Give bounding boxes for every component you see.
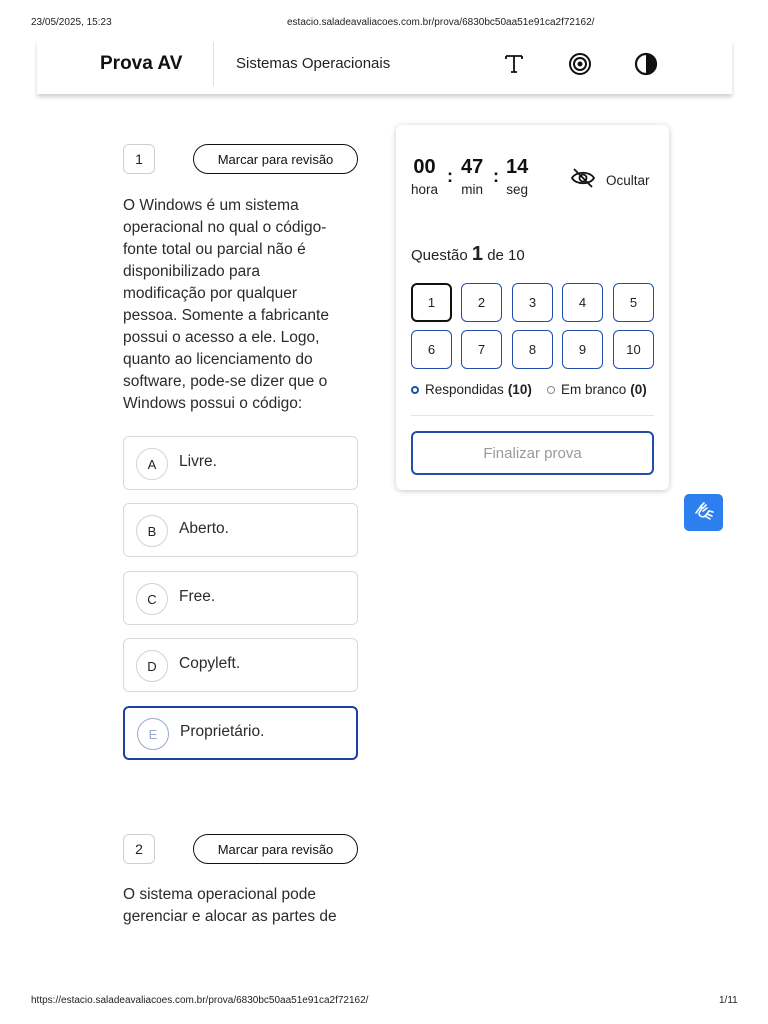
font-size-icon[interactable] (500, 50, 528, 78)
target-icon[interactable] (566, 50, 594, 78)
question-line: disponibilizado para (123, 263, 261, 280)
timer-hours-value: 00 (413, 156, 436, 178)
timer-separator: : (493, 166, 499, 186)
print-footer: https://estacio.saladeavaliacoes.com.br/… (0, 995, 768, 1009)
option-text: Livre. (179, 453, 217, 470)
timer-seconds: 14 seg (506, 156, 528, 197)
option-c[interactable]: C Free. (123, 571, 358, 625)
question-line: fonte total ou parcial não é (123, 241, 306, 258)
print-footer-url: https://estacio.saladeavaliacoes.com.br/… (31, 995, 369, 1006)
nav-question-2[interactable]: 2 (461, 283, 502, 322)
question-text: O Windows é um sistema operacional no qu… (123, 195, 359, 415)
option-letter: E (137, 718, 169, 750)
nav-question-9[interactable]: 9 (562, 330, 603, 369)
question-line: O sistema operacional pode (123, 886, 317, 903)
option-b[interactable]: B Aberto. (123, 503, 358, 557)
header-divider (213, 42, 214, 86)
timer-separator: : (447, 166, 453, 186)
blank-dot-icon (547, 385, 555, 394)
legend-answered-count: (10) (507, 382, 532, 397)
option-letter: B (136, 515, 168, 547)
answered-dot-icon (411, 385, 419, 394)
nav-question-8[interactable]: 8 (512, 330, 553, 369)
eye-off-icon (570, 167, 596, 194)
question-text: O sistema operacional pode gerenciar e a… (123, 884, 359, 928)
timer-hours-label: hora (411, 182, 439, 197)
print-header: 23/05/2025, 15:23 estacio.saladeavaliaco… (0, 17, 768, 31)
timer-seconds-label: seg (506, 182, 529, 197)
mark-review-button[interactable]: Marcar para revisão (193, 834, 358, 864)
print-page-number: 1/11 (719, 995, 738, 1006)
question-line: software, pode-se dizer que o (123, 373, 328, 390)
timer-minutes-value: 47 (461, 156, 484, 178)
option-a[interactable]: A Livre. (123, 436, 358, 490)
question-line: possui o acesso a ele. Logo, (123, 329, 320, 346)
app-header: Prova AV Sistemas Operacionais (37, 40, 732, 94)
option-text: Aberto. (179, 520, 229, 537)
option-letter: C (136, 583, 168, 615)
timer-seconds-value: 14 (506, 156, 529, 178)
print-url: estacio.saladeavaliacoes.com.br/prova/68… (287, 17, 595, 28)
nav-question-4[interactable]: 4 (562, 283, 603, 322)
legend-blank-count: (0) (630, 382, 647, 397)
exam-panel: 00 hora : 47 min : 14 seg Ocultar Questã… (396, 125, 669, 490)
contrast-icon[interactable] (632, 50, 660, 78)
question-line: Windows possui o código: (123, 395, 303, 412)
timer-hours: 00 hora (411, 156, 438, 197)
hide-timer-label: Ocultar (606, 172, 650, 188)
question-counter-suffix: de 10 (487, 247, 525, 264)
option-text: Proprietário. (180, 723, 265, 740)
timer-minutes-label: min (461, 182, 483, 197)
option-letter: D (136, 650, 168, 682)
question-number: 1 (123, 144, 155, 174)
question-counter: Questão 1 de 10 (411, 243, 525, 266)
mark-review-button[interactable]: Marcar para revisão (193, 144, 358, 174)
hide-timer-button[interactable]: Ocultar (570, 165, 660, 195)
question-line: modificação por qualquer (123, 285, 298, 302)
question-line: operacional no qual o código- (123, 219, 327, 236)
nav-question-1[interactable]: 1 (411, 283, 452, 322)
sign-language-button[interactable] (684, 494, 723, 531)
option-d[interactable]: D Copyleft. (123, 638, 358, 692)
nav-question-3[interactable]: 3 (512, 283, 553, 322)
question-line: O Windows é um sistema (123, 197, 299, 214)
nav-question-6[interactable]: 6 (411, 330, 452, 369)
timer-minutes: 47 min (461, 156, 483, 197)
question-line: pessoa. Somente a fabricante (123, 307, 329, 324)
legend-answered: Respondidas (10) (411, 382, 532, 397)
option-letter: A (136, 448, 168, 480)
question-number: 2 (123, 834, 155, 864)
finish-exam-button[interactable]: Finalizar prova (411, 431, 654, 475)
question-counter-prefix: Questão (411, 247, 468, 264)
question-counter-current: 1 (471, 243, 484, 265)
print-datetime: 23/05/2025, 15:23 (31, 17, 112, 28)
subject-title: Sistemas Operacionais (236, 55, 391, 72)
option-e[interactable]: E Proprietário. (123, 706, 358, 760)
nav-question-5[interactable]: 5 (613, 283, 654, 322)
legend-blank-label: Em branco (561, 382, 627, 397)
panel-divider (411, 415, 654, 416)
legend-blank: Em branco (0) (547, 382, 647, 397)
sign-language-hands-icon (692, 499, 716, 526)
page-title: Prova AV (100, 53, 183, 74)
option-text: Copyleft. (179, 655, 241, 672)
legend-answered-label: Respondidas (425, 382, 504, 397)
nav-question-7[interactable]: 7 (461, 330, 502, 369)
nav-question-10[interactable]: 10 (613, 330, 654, 369)
option-text: Free. (179, 588, 216, 605)
question-line: quanto ao licenciamento do (123, 351, 313, 368)
question-line: gerenciar e alocar as partes de (123, 908, 337, 925)
